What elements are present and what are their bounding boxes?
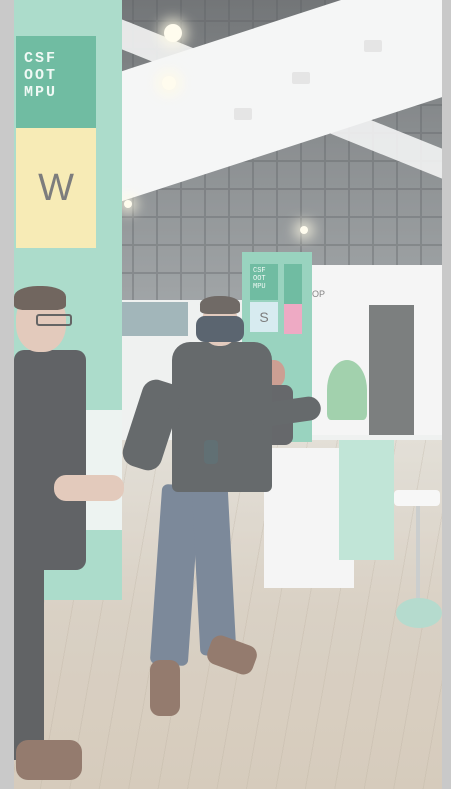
sweater [14, 350, 86, 570]
glasses [36, 314, 72, 326]
ceiling-spotlight [364, 40, 382, 52]
left-shoe [150, 660, 180, 716]
pillar-logo: CSF OOT MPU [250, 264, 278, 300]
bar-stool-base [396, 598, 442, 628]
distant-banner [118, 302, 188, 336]
hand-holding-controller [54, 475, 124, 501]
pillar-pink-tile [284, 304, 302, 334]
booth-letter-tile: W [16, 128, 96, 248]
ceiling-light [300, 226, 308, 234]
hair [200, 296, 240, 314]
bar-stool-seat [394, 490, 440, 506]
legs [14, 560, 44, 760]
bar-stool-leg [416, 506, 420, 606]
pillar-letter-tile: S [250, 302, 278, 332]
ceiling-light [162, 76, 176, 90]
shoe [16, 740, 82, 780]
potted-plant [327, 360, 367, 420]
vr-controller [204, 440, 218, 464]
hair [14, 286, 66, 310]
ceiling-spotlight [234, 108, 252, 120]
booth-panel [369, 305, 414, 435]
ceiling-light [164, 24, 182, 42]
booth-wall: OP [304, 265, 442, 435]
photo: OP CSF OOT MPU S CSF OOT MPU W [14, 0, 442, 789]
booth-sign: OP [312, 289, 326, 299]
vr-headset [196, 316, 244, 342]
pillar-green-tile [284, 264, 302, 304]
booth-counter-green [339, 440, 394, 560]
ceiling-spotlight [292, 72, 310, 84]
ceiling-light [124, 200, 132, 208]
